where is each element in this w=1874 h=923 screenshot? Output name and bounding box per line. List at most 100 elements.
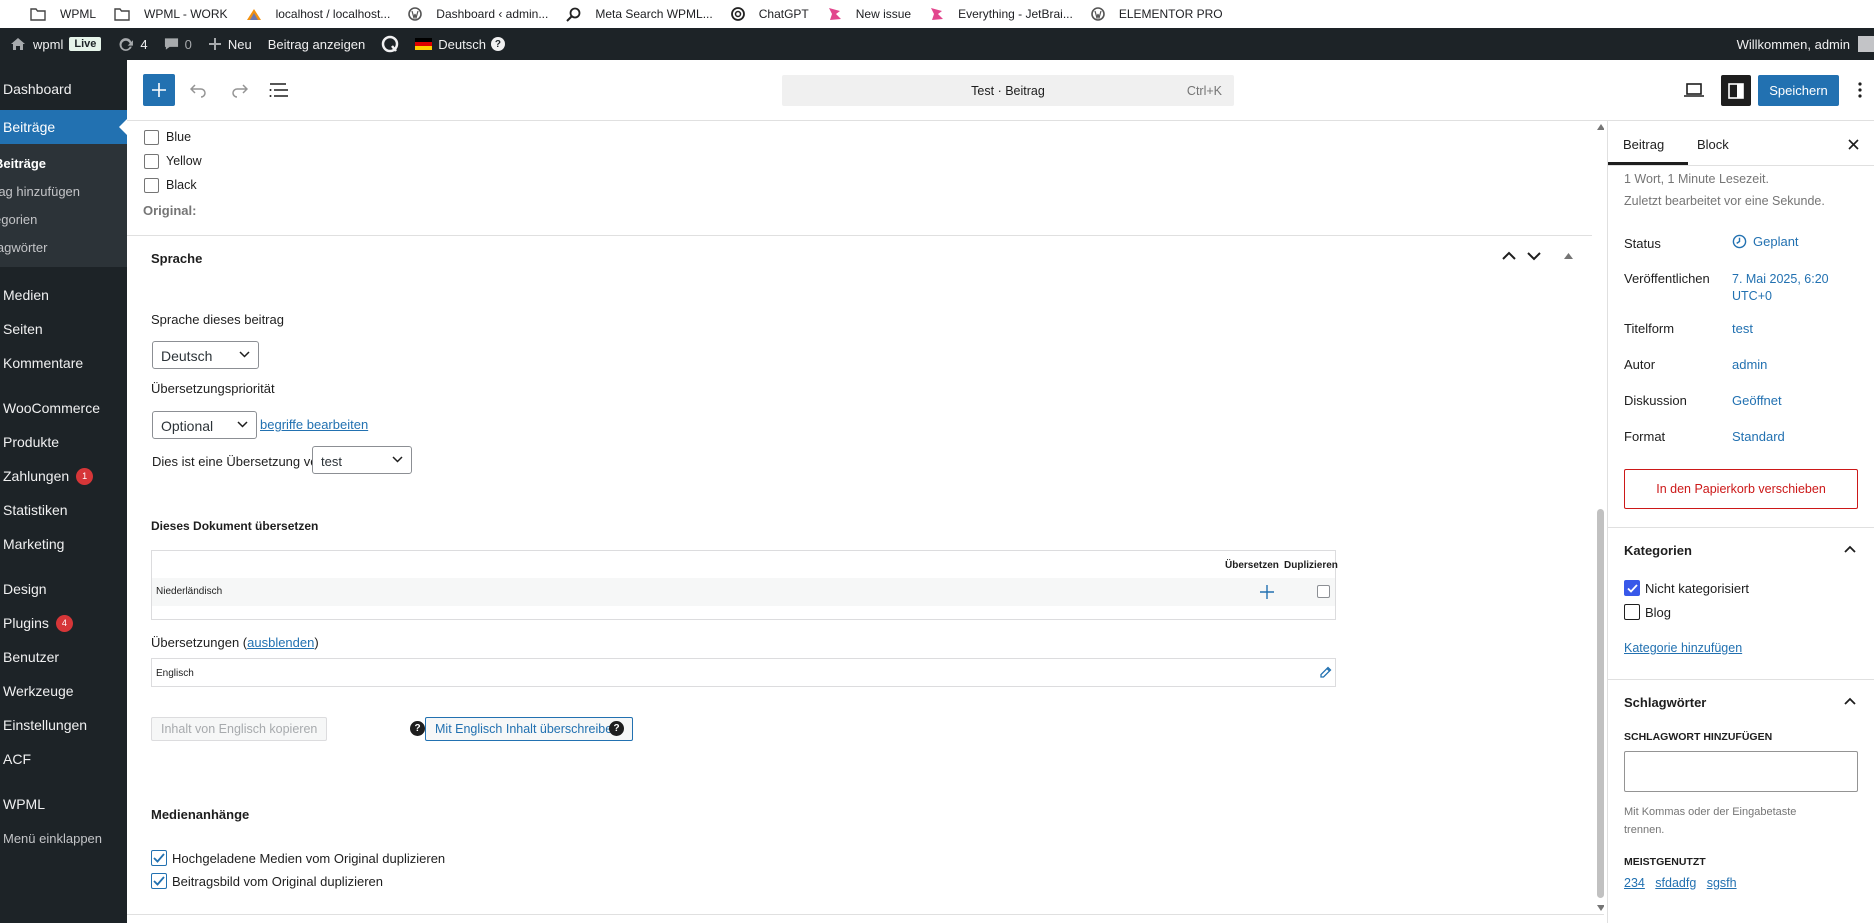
sidebar-item-wpml[interactable]: WPML [0, 787, 127, 821]
trash-button[interactable]: In den Papierkorb verschieben [1624, 469, 1858, 509]
sidebar-item-statistiken[interactable]: Statistiken [0, 493, 127, 527]
tab-post[interactable]: Beitrag [1623, 137, 1664, 152]
checkbox-unchecked[interactable] [144, 177, 159, 193]
comments-link[interactable]: 0 [156, 28, 200, 60]
add-category-link[interactable]: Kategorie hinzufügen [1624, 641, 1742, 655]
scroll-up-arrow-icon[interactable] [1597, 124, 1604, 130]
account-menu[interactable]: Willkommen, admin [1729, 28, 1874, 60]
sidebar-item-menü-einklappen[interactable]: Menü einklappen [0, 821, 127, 855]
bookmark-item[interactable]: localhost / localhost... [246, 7, 390, 21]
edit-translation-icon[interactable] [1319, 666, 1332, 679]
post-language-select[interactable]: Deutsch [152, 341, 259, 369]
color-option[interactable]: Yellow [144, 149, 202, 173]
sidebar-sub-add-post[interactable]: rag hinzufügen [0, 177, 127, 205]
checkbox-unchecked[interactable] [144, 129, 159, 145]
tag-link[interactable]: sfdadfg [1655, 876, 1696, 890]
status-button[interactable]: Geplant [1732, 234, 1799, 249]
document-overview-icon[interactable] [269, 82, 289, 98]
sidebar-sub-tags[interactable]: lagwörter [0, 233, 127, 261]
sidebar-item-woocommerce[interactable]: WooCommerce [0, 391, 127, 425]
sidebar-item-einstellungen[interactable]: Einstellungen [0, 708, 127, 742]
query-monitor-link[interactable] [373, 28, 407, 60]
language-switcher[interactable]: Deutsch ? [407, 28, 513, 60]
sidebar-item-design[interactable]: Design [0, 572, 127, 606]
site-home-link[interactable]: wpml Live [0, 28, 109, 60]
bookmark-item[interactable]: ChatGPT [730, 7, 809, 21]
more-options-icon[interactable] [1858, 82, 1862, 98]
publish-date-button[interactable]: 7. Mai 2025, 6:20 UTC+0 [1732, 271, 1829, 305]
category-option[interactable]: Nicht kategorisiert [1624, 580, 1749, 596]
discussion-value[interactable]: Geöffnet [1732, 393, 1782, 408]
bookmark-item[interactable]: New issue [827, 7, 911, 21]
checkbox-unchecked[interactable] [144, 153, 159, 169]
sidebar-item-posts[interactable]: Beiträge [0, 110, 127, 144]
color-option[interactable]: Black [144, 173, 202, 197]
redo-icon[interactable] [230, 82, 248, 98]
sidebar-item-plugins[interactable]: Plugins 4 [0, 606, 127, 640]
sidebar-item-seiten[interactable]: Seiten [0, 312, 127, 346]
undo-icon[interactable] [190, 82, 208, 98]
duplicate-checkbox[interactable] [1317, 585, 1330, 598]
bookmark-item[interactable]: ELEMENTOR PRO [1091, 7, 1223, 21]
tab-block[interactable]: Block [1697, 137, 1729, 152]
new-content-link[interactable]: Neu [200, 28, 260, 60]
scrollbar-thumb[interactable] [1597, 509, 1604, 898]
media-duplicate-option[interactable]: Hochgeladene Medien vom Original duplizi… [151, 850, 445, 866]
author-value[interactable]: admin [1732, 357, 1767, 372]
command-palette-bar[interactable]: Test · Beitrag Ctrl+K [782, 75, 1234, 106]
sidebar-item-dashboard[interactable]: Dashboard [0, 72, 127, 106]
move-down-icon[interactable] [1527, 251, 1541, 261]
category-option[interactable]: Blog [1624, 604, 1671, 620]
settings-toggle-button[interactable] [1721, 75, 1751, 106]
translation-of-select[interactable]: test [312, 446, 412, 474]
bookmark-item[interactable]: WPML - WORK [114, 7, 228, 21]
tag-link[interactable]: sgsfh [1707, 876, 1737, 890]
view-post-link[interactable]: Beitrag anzeigen [260, 28, 374, 60]
tag-link[interactable]: 234 [1624, 876, 1645, 890]
sidebar-sub-categories[interactable]: egorien [0, 205, 127, 233]
featured-duplicate-option[interactable]: Beitragsbild vom Original duplizieren [151, 873, 383, 889]
bookmark-item[interactable]: WPML [30, 7, 96, 21]
close-icon[interactable] [1848, 139, 1859, 150]
help-icon[interactable]: ? [609, 721, 624, 736]
edit-terms-link[interactable]: begriffe bearbeiten [260, 417, 368, 432]
updates-link[interactable]: 4 [109, 28, 155, 60]
checkbox-checked[interactable] [151, 850, 167, 866]
sidebar-item-zahlungen[interactable]: Zahlungen 1 [0, 459, 127, 493]
sidebar-item-kommentare[interactable]: Kommentare [0, 346, 127, 380]
sidebar-sub-all-posts[interactable]: Beiträge [0, 149, 127, 177]
save-button[interactable]: Speichern [1758, 75, 1839, 106]
block-inserter-button[interactable] [143, 74, 175, 106]
bookmark-item[interactable]: Meta Search WPML... [566, 7, 713, 22]
sidebar-item-medien[interactable]: Medien [0, 278, 127, 312]
chevron-up-icon[interactable] [1844, 697, 1856, 705]
priority-select[interactable]: Optional [152, 411, 257, 439]
preview-icon[interactable] [1684, 83, 1704, 97]
scroll-down-arrow-icon[interactable] [1597, 905, 1604, 911]
categories-title[interactable]: Kategorien [1624, 543, 1692, 558]
sidebar-item-benutzer[interactable]: Benutzer [0, 640, 127, 674]
sidebar-item-marketing[interactable]: Marketing [0, 527, 127, 561]
tag-input[interactable] [1624, 751, 1858, 792]
bookmark-item[interactable]: Everything - JetBrai... [929, 7, 1073, 21]
checkbox-checked[interactable] [1624, 580, 1640, 596]
new-label: Neu [227, 36, 252, 52]
copy-content-button[interactable]: Inhalt von Englisch kopieren [151, 717, 328, 741]
sidebar-item-produkte[interactable]: Produkte [0, 425, 127, 459]
checkbox-unchecked[interactable] [1624, 604, 1640, 620]
checkbox-checked[interactable] [151, 873, 167, 889]
help-icon[interactable]: ? [410, 721, 425, 736]
tags-title[interactable]: Schlagwörter [1624, 695, 1706, 710]
sidebar-item-werkzeuge[interactable]: Werkzeuge [0, 674, 127, 708]
add-translation-icon[interactable] [1260, 585, 1274, 599]
overwrite-content-button[interactable]: Mit Englisch Inhalt überschreiben. [425, 717, 633, 741]
color-option[interactable]: Blue [144, 125, 202, 149]
format-value[interactable]: Standard [1732, 429, 1785, 444]
hide-translations-link[interactable]: ausblenden [247, 635, 314, 650]
chevron-up-icon[interactable] [1844, 545, 1856, 553]
collapse-triangle-icon[interactable] [1564, 253, 1573, 259]
bookmark-item[interactable]: Dashboard ‹ admin... [408, 7, 548, 21]
template-value[interactable]: test [1732, 321, 1753, 336]
move-up-icon[interactable] [1502, 251, 1516, 261]
sidebar-item-acf[interactable]: ACF [0, 742, 127, 776]
